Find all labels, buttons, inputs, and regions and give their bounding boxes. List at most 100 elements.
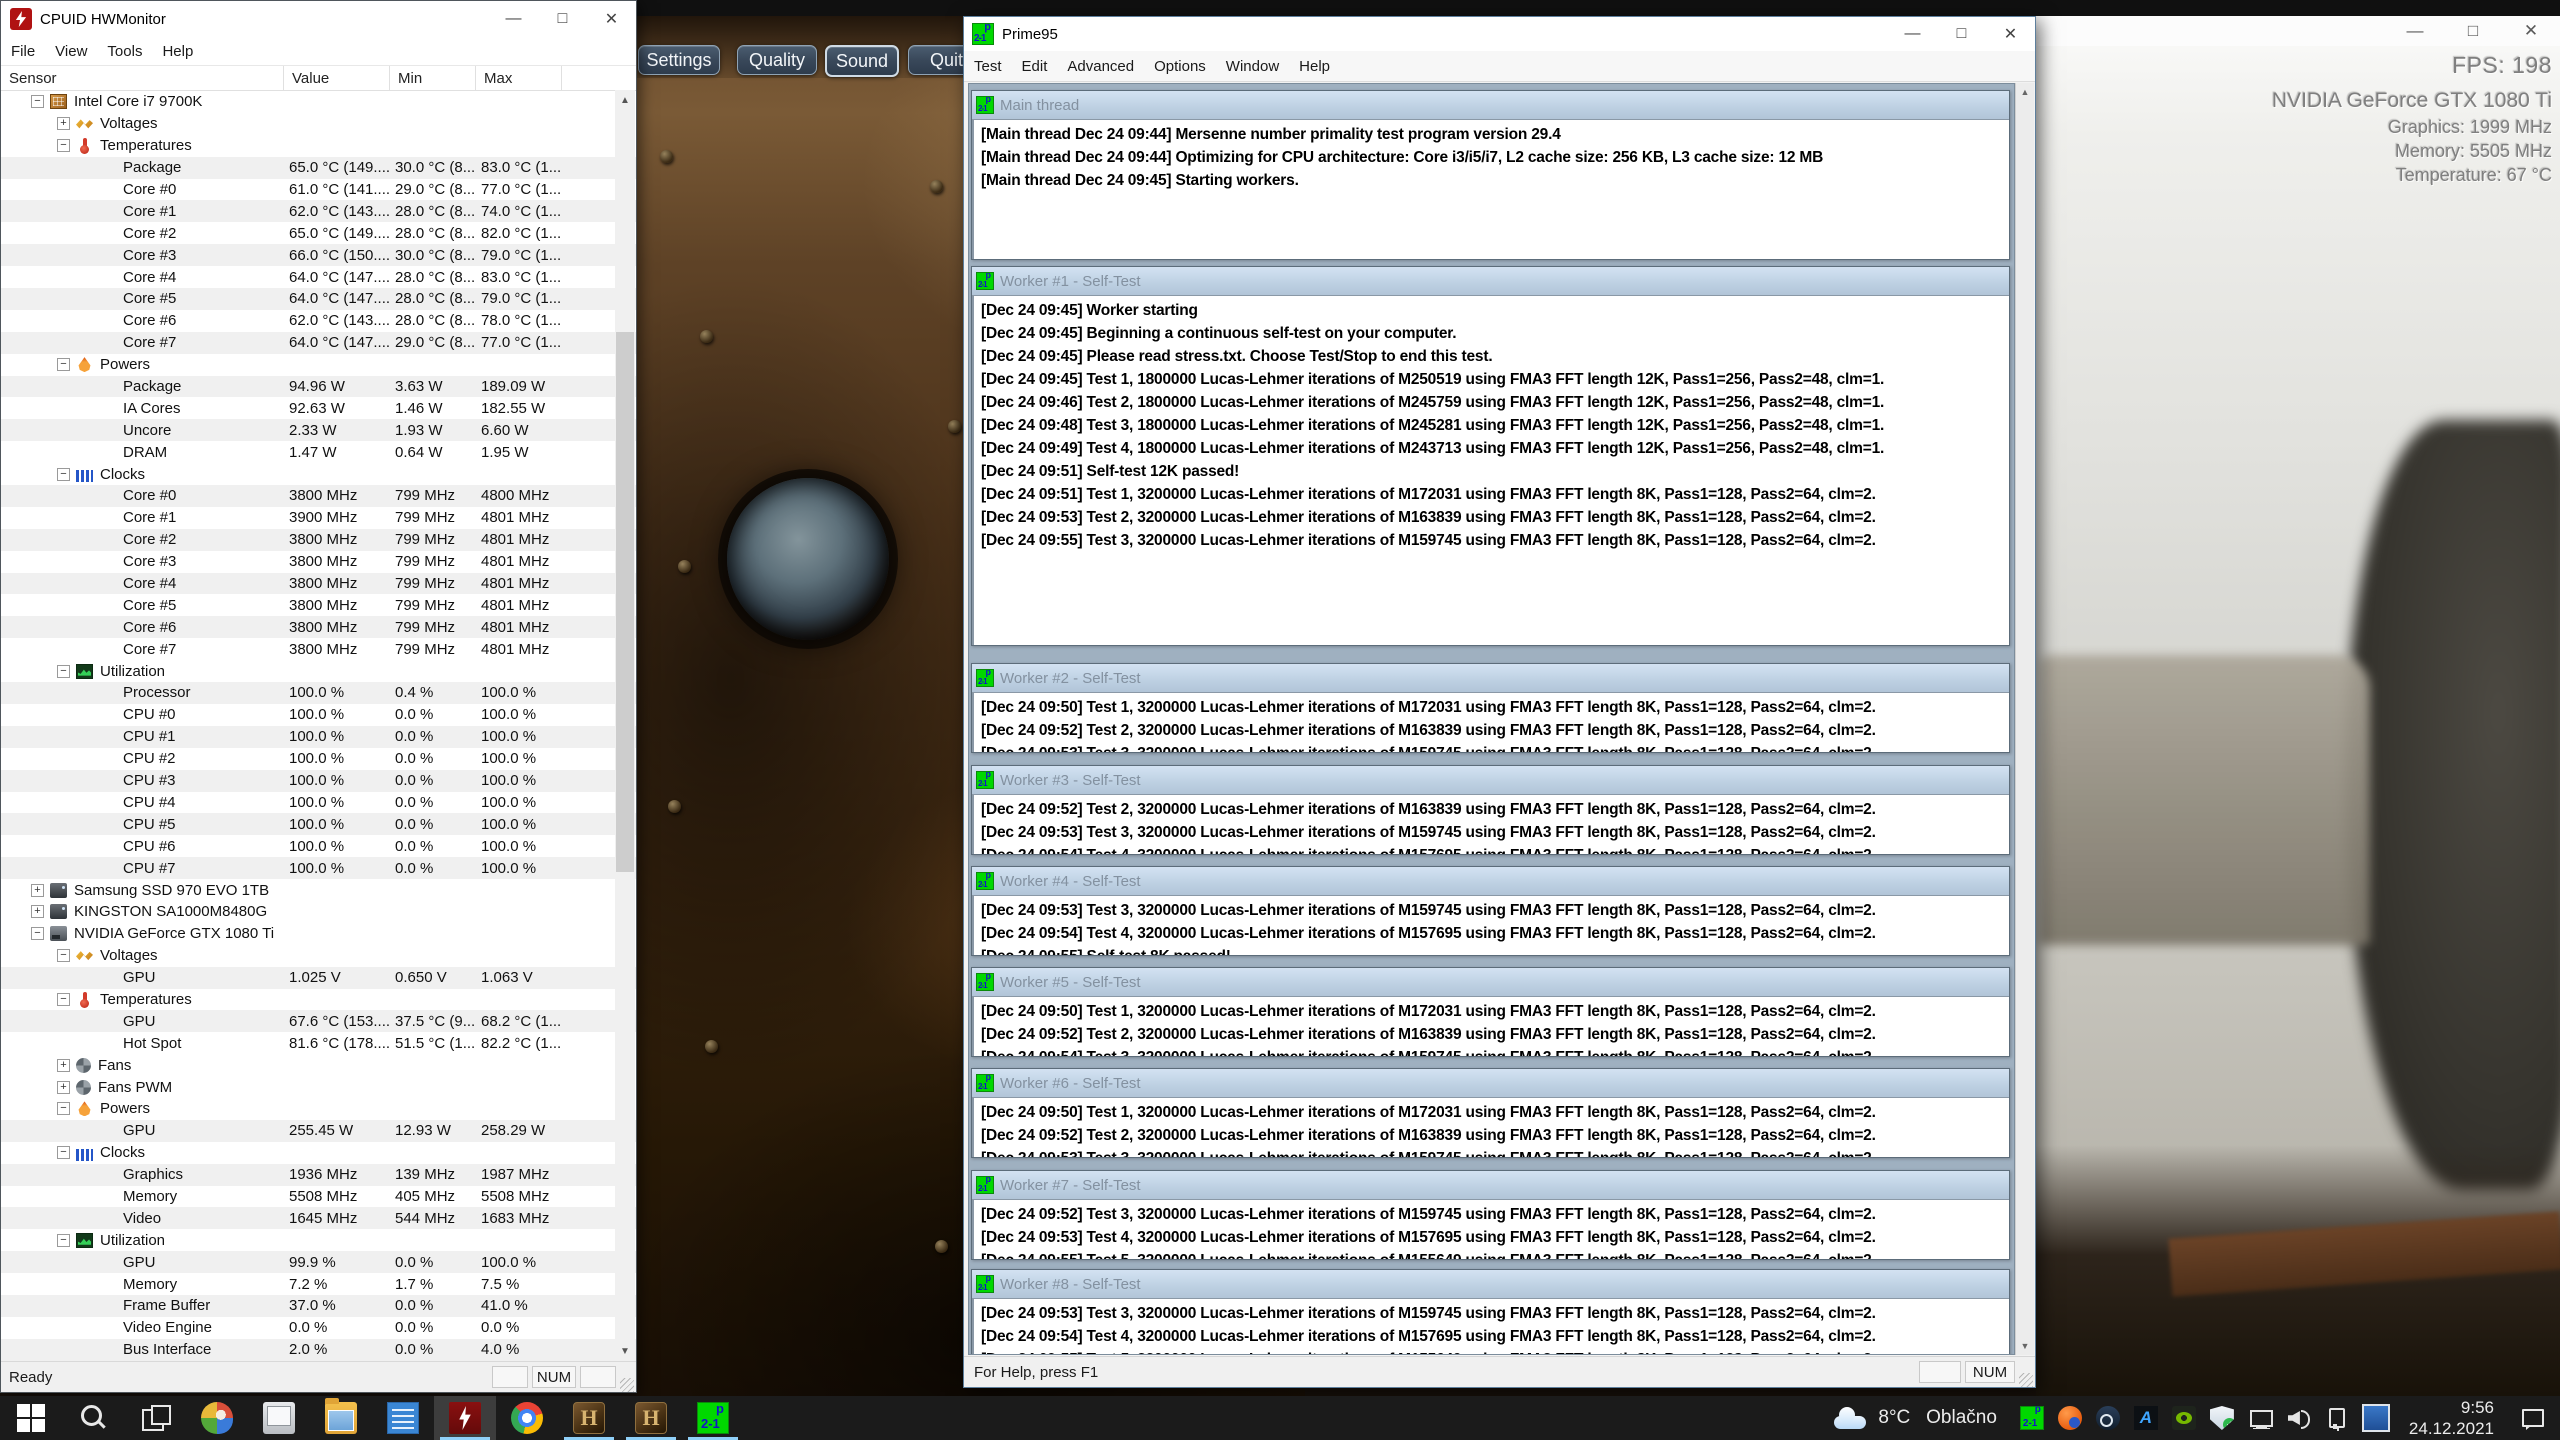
- sensor-row[interactable]: CPU #6100.0 %0.0 %100.0 %: [1, 835, 636, 857]
- sensor-row[interactable]: Core #764.0 °C (147....29.0 °C (8...77.0…: [1, 332, 636, 354]
- column-header-min[interactable]: Min: [390, 66, 476, 90]
- menu-item-advanced[interactable]: Advanced: [1057, 51, 1144, 81]
- prime95-titlebar[interactable]: Prime95 — □ ✕: [964, 17, 2035, 51]
- menu-item-help[interactable]: Help: [152, 37, 203, 65]
- taskbar-performance-monitor-icon[interactable]: [248, 1396, 310, 1440]
- taskbar-cpuid-doc-icon[interactable]: [372, 1396, 434, 1440]
- hwmonitor-close-button[interactable]: ✕: [587, 1, 636, 37]
- menu-item-test[interactable]: Test: [964, 51, 1012, 81]
- taskbar-search-icon[interactable]: [62, 1396, 124, 1440]
- menu-item-file[interactable]: File: [1, 37, 45, 65]
- sensor-row[interactable]: Core #03800 MHz799 MHz4800 MHz: [1, 485, 636, 507]
- sensor-row[interactable]: Frame Buffer37.0 %0.0 %41.0 %: [1, 1295, 636, 1317]
- tree-expand-toggle[interactable]: +: [57, 1059, 70, 1072]
- menu-item-view[interactable]: View: [45, 37, 97, 65]
- taskbar-paint-icon[interactable]: [186, 1396, 248, 1440]
- mdi-window-caption[interactable]: Worker #5 - Self-Test: [972, 968, 2009, 997]
- sensor-row[interactable]: Processor100.0 %0.4 %100.0 %: [1, 682, 636, 704]
- tree-collapse-toggle[interactable]: −: [31, 95, 44, 108]
- prime95-tray-icon[interactable]: [2020, 1406, 2044, 1430]
- sensor-row[interactable]: Memory5508 MHz405 MHz5508 MHz: [1, 1186, 636, 1208]
- sensor-row[interactable]: −NVIDIA GeForce GTX 1080 Ti: [1, 923, 636, 945]
- sensor-row[interactable]: −Utilization: [1, 660, 636, 682]
- sensor-row[interactable]: Core #73800 MHz799 MHz4801 MHz: [1, 638, 636, 660]
- sensor-row[interactable]: GPU255.45 W12.93 W258.29 W: [1, 1120, 636, 1142]
- taskbar-gothic-game-icon[interactable]: [558, 1396, 620, 1440]
- sensor-row[interactable]: GPU99.9 %0.0 %100.0 %: [1, 1251, 636, 1273]
- sensor-row[interactable]: Core #564.0 °C (147....28.0 °C (8...79.0…: [1, 288, 636, 310]
- sensor-row[interactable]: GPU1.025 V0.650 V1.063 V: [1, 967, 636, 989]
- taskbar-hwmonitor-icon[interactable]: [434, 1396, 496, 1440]
- sensor-row[interactable]: Uncore2.33 W1.93 W6.60 W: [1, 419, 636, 441]
- sensor-row[interactable]: Core #13900 MHz799 MHz4801 MHz: [1, 507, 636, 529]
- mdi-window-caption[interactable]: Worker #8 - Self-Test: [972, 1270, 2009, 1299]
- sensor-row[interactable]: Core #662.0 °C (143....28.0 °C (8...78.0…: [1, 310, 636, 332]
- scroll-up-arrow[interactable]: ▲: [615, 90, 635, 110]
- tree-collapse-toggle[interactable]: −: [57, 1102, 70, 1115]
- sensor-row[interactable]: +KINGSTON SA1000M8480G: [1, 901, 636, 923]
- sensor-row[interactable]: Video1645 MHz544 MHz1683 MHz: [1, 1207, 636, 1229]
- sensor-row[interactable]: GPU67.6 °C (153....37.5 °C (9...68.2 °C …: [1, 1010, 636, 1032]
- mdi-window-caption[interactable]: Worker #2 - Self-Test: [972, 664, 2009, 693]
- resize-grip[interactable]: [2019, 1373, 2033, 1387]
- sensor-row[interactable]: Core #162.0 °C (143....28.0 °C (8...74.0…: [1, 200, 636, 222]
- volume-icon[interactable]: [2286, 1406, 2310, 1430]
- sensor-row[interactable]: −Clocks: [1, 1142, 636, 1164]
- sensor-row[interactable]: CPU #7100.0 %0.0 %100.0 %: [1, 857, 636, 879]
- taskbar-chrome-icon[interactable]: [496, 1396, 558, 1440]
- sensor-row[interactable]: CPU #4100.0 %0.0 %100.0 %: [1, 792, 636, 814]
- game-sound-button[interactable]: Sound: [825, 45, 899, 77]
- resize-grip[interactable]: [620, 1378, 634, 1392]
- sensor-row[interactable]: DRAM1.47 W0.64 W1.95 W: [1, 441, 636, 463]
- menu-item-tools[interactable]: Tools: [97, 37, 152, 65]
- sensor-row[interactable]: Core #366.0 °C (150....30.0 °C (8...79.0…: [1, 244, 636, 266]
- network-icon[interactable]: [2248, 1406, 2272, 1430]
- taskbar-file-explorer-icon[interactable]: [310, 1396, 372, 1440]
- hwmonitor-titlebar[interactable]: CPUID HWMonitor — □ ✕: [1, 1, 636, 37]
- sensor-row[interactable]: −Powers: [1, 1098, 636, 1120]
- sensor-row[interactable]: Core #33800 MHz799 MHz4801 MHz: [1, 551, 636, 573]
- usb-icon[interactable]: [2324, 1406, 2348, 1430]
- mdi-window-caption[interactable]: Main thread: [972, 91, 2009, 120]
- sensor-row[interactable]: Core #23800 MHz799 MHz4801 MHz: [1, 529, 636, 551]
- column-header-max[interactable]: Max: [476, 66, 562, 90]
- mdi-window-caption[interactable]: Worker #1 - Self-Test: [972, 267, 2009, 296]
- tree-collapse-toggle[interactable]: −: [57, 358, 70, 371]
- tree-collapse-toggle[interactable]: −: [57, 139, 70, 152]
- game-settings-button[interactable]: Settings: [638, 45, 720, 75]
- scroll-down-arrow[interactable]: ▼: [615, 1341, 635, 1361]
- sensor-row[interactable]: −Temperatures: [1, 135, 636, 157]
- sensor-row[interactable]: −Temperatures: [1, 989, 636, 1011]
- mdi-window-caption[interactable]: Worker #3 - Self-Test: [972, 766, 2009, 795]
- weather-widget[interactable]: 8°C Oblačno: [1832, 1407, 1997, 1429]
- sensor-row[interactable]: Hot Spot81.6 °C (178....51.5 °C (1...82.…: [1, 1032, 636, 1054]
- sensor-row[interactable]: −Powers: [1, 354, 636, 376]
- sensor-row[interactable]: −Intel Core i7 9700K: [1, 91, 636, 113]
- sensor-row[interactable]: +Fans PWM: [1, 1076, 636, 1098]
- sensor-row[interactable]: Package94.96 W3.63 W189.09 W: [1, 376, 636, 398]
- steam-icon[interactable]: [2096, 1406, 2120, 1430]
- sensor-row[interactable]: Package65.0 °C (149....30.0 °C (8...83.0…: [1, 157, 636, 179]
- scroll-up-arrow[interactable]: ▲: [2016, 83, 2034, 101]
- sensor-row[interactable]: −Clocks: [1, 463, 636, 485]
- sensor-row[interactable]: CPU #1100.0 %0.0 %100.0 %: [1, 726, 636, 748]
- sensor-row[interactable]: Memory7.2 %1.7 %7.5 %: [1, 1273, 636, 1295]
- nvidia-icon[interactable]: [2172, 1406, 2196, 1430]
- tree-collapse-toggle[interactable]: −: [57, 468, 70, 481]
- hwmonitor-minimize-button[interactable]: —: [489, 1, 538, 37]
- column-header-sensor[interactable]: Sensor: [1, 66, 284, 90]
- tree-collapse-toggle[interactable]: −: [57, 949, 70, 962]
- sensor-row[interactable]: −Voltages: [1, 945, 636, 967]
- prime95-minimize-button[interactable]: —: [1888, 17, 1937, 51]
- sensor-row[interactable]: +Fans: [1, 1054, 636, 1076]
- menu-item-help[interactable]: Help: [1289, 51, 1340, 81]
- sensor-row[interactable]: Video Engine0.0 %0.0 %0.0 %: [1, 1317, 636, 1339]
- scroll-down-arrow[interactable]: ▼: [2016, 1337, 2034, 1355]
- sensor-row[interactable]: −Utilization: [1, 1229, 636, 1251]
- orange-app-icon[interactable]: [2058, 1406, 2082, 1430]
- sensor-row[interactable]: +Samsung SSD 970 EVO 1TB: [1, 879, 636, 901]
- menu-item-window[interactable]: Window: [1216, 51, 1289, 81]
- taskbar-start-button[interactable]: [0, 1396, 62, 1440]
- tree-expand-toggle[interactable]: +: [57, 117, 70, 130]
- sensor-row[interactable]: Core #265.0 °C (149....28.0 °C (8...82.0…: [1, 222, 636, 244]
